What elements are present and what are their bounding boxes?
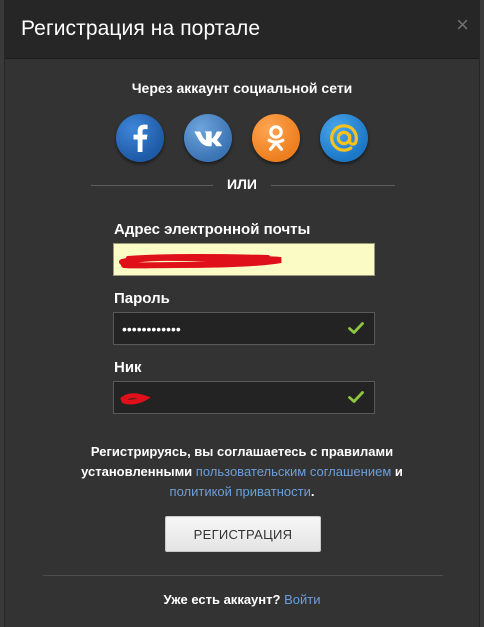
user-agreement-link[interactable]: пользовательским соглашением bbox=[196, 464, 391, 479]
privacy-policy-link[interactable]: политикой приватности bbox=[170, 484, 311, 499]
agreement-end: . bbox=[310, 484, 315, 499]
email-field bbox=[113, 243, 375, 276]
agreement-line-2: установленными пользовательским соглашен… bbox=[5, 462, 479, 482]
login-prompt: Уже есть аккаунт? Войти bbox=[5, 592, 479, 607]
footer-divider bbox=[43, 575, 443, 576]
agreement-line-1: Регистрируясь, вы соглашаетесь с правила… bbox=[90, 444, 394, 459]
vk-icon bbox=[194, 131, 222, 147]
agreement-prefix: установленными bbox=[81, 464, 193, 479]
login-link[interactable]: Войти bbox=[284, 592, 320, 607]
agreement-text: Регистрируясь, вы соглашаетесь с правила… bbox=[5, 442, 479, 502]
login-question: Уже есть аккаунт? bbox=[163, 592, 281, 607]
nick-valid-check-icon bbox=[348, 391, 364, 403]
password-input[interactable] bbox=[114, 313, 374, 344]
or-divider: ИЛИ bbox=[5, 176, 479, 192]
modal-title: Регистрация на портале bbox=[21, 17, 261, 40]
ok-icon bbox=[267, 125, 285, 151]
nick-input[interactable] bbox=[114, 382, 374, 413]
modal-header: Регистрация на портале × bbox=[5, 0, 479, 59]
nick-label: Ник bbox=[114, 359, 142, 376]
agreement-conjunction: и bbox=[394, 464, 403, 479]
password-valid-check-icon bbox=[348, 322, 364, 334]
or-label: ИЛИ bbox=[213, 176, 271, 192]
social-caption: Через аккаунт социальной сети bbox=[131, 80, 353, 96]
password-field bbox=[113, 312, 375, 345]
email-input[interactable] bbox=[114, 244, 374, 275]
close-icon[interactable]: × bbox=[456, 14, 469, 36]
facebook-button[interactable] bbox=[116, 114, 164, 162]
password-label: Пароль bbox=[114, 290, 170, 307]
registration-modal: Регистрация на портале × Через аккаунт с… bbox=[4, 0, 480, 627]
facebook-icon bbox=[133, 124, 148, 152]
nick-field bbox=[113, 381, 375, 414]
agreement-line-3: политикой приватности. bbox=[5, 482, 479, 502]
email-label: Адрес электронной почты bbox=[114, 221, 311, 238]
mail-ru-button[interactable] bbox=[320, 114, 368, 162]
mail-ru-icon bbox=[330, 124, 358, 152]
register-button[interactable]: РЕГИСТРАЦИЯ bbox=[165, 516, 321, 552]
vk-button[interactable] bbox=[184, 114, 232, 162]
odnoklassniki-button[interactable] bbox=[252, 114, 300, 162]
social-login-buttons bbox=[5, 114, 479, 162]
